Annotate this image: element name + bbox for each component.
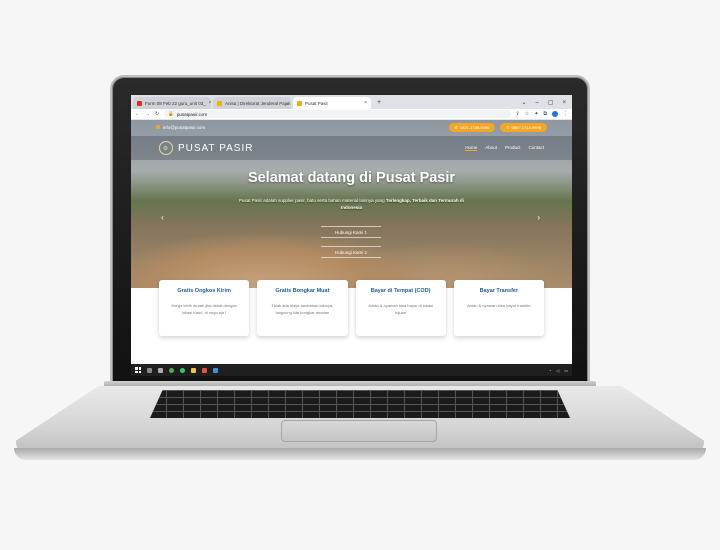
address-bar[interactable]: 🔒 pusatpasir.com	[164, 110, 511, 118]
email-icon	[156, 125, 160, 129]
phone-button-2[interactable]: ✆ 0857-1714-9696	[500, 122, 547, 132]
notification-icon[interactable]: ▭	[564, 368, 568, 373]
chrome-icon[interactable]	[169, 367, 174, 373]
card-text: Aman & nyaman bisa bayar di lokasi tujua…	[368, 303, 433, 315]
url-text: pusatpasir.com	[176, 111, 208, 117]
gmail-icon	[137, 100, 142, 106]
whatsapp-icon: ✆	[454, 124, 458, 130]
laptop-trackpad	[281, 420, 437, 442]
app-icon[interactable]	[213, 367, 218, 373]
extension-icon[interactable]: ✦	[534, 111, 538, 117]
email-text: info@pusatpasir.com	[163, 124, 206, 130]
menu-item-about[interactable]: About	[485, 145, 497, 151]
phone-number: 0821-1788-8486	[459, 124, 490, 130]
laptop-mockup: Form 08 Feb 22 guru_unit 03_ × Anisa | D…	[0, 0, 720, 550]
laptop-keyboard	[150, 390, 570, 418]
more-menu-icon[interactable]: ⋮	[563, 111, 568, 117]
card-text: Tidak ada biaya tambahan lainnya, langsu…	[271, 303, 334, 315]
menu-item-home[interactable]: Home	[465, 145, 478, 151]
laptop-screen: Form 08 Feb 22 guru_unit 03_ × Anisa | D…	[131, 95, 572, 376]
tab-label: Form 08 Feb 22 guru_unit 03_	[145, 100, 206, 106]
bookmark-star-icon[interactable]: ☆	[525, 111, 529, 117]
laptop-base-edge	[14, 448, 706, 460]
card-title: Gratis Ongkos Kirim	[177, 288, 231, 294]
close-window-icon[interactable]: ×	[562, 97, 566, 109]
hero-subtitle-plain: Pusat Pasir adalah supplier pasir, batu …	[239, 198, 385, 203]
hero-title: Selamat datang di Pusat Pasir	[247, 170, 456, 186]
app-icon[interactable]	[202, 367, 207, 373]
new-tab-button[interactable]: +	[373, 97, 385, 109]
site-favicon-icon	[297, 100, 302, 106]
card-title: Gratis Bongkar Muat	[275, 288, 330, 294]
whatsapp-app-icon[interactable]	[180, 367, 185, 373]
volume-icon[interactable]: ◁	[556, 368, 559, 373]
maximize-icon[interactable]: ▢	[548, 97, 554, 109]
card-title: Bayar di Tempat (COD)	[370, 288, 431, 294]
tab-label: Anisa | Direktorat Jenderal Pajak	[225, 100, 291, 106]
site-navbar: ⚙ PUSAT PASIR Home About Product Contact	[131, 136, 572, 160]
website: info@pusatpasir.com ✆ 0821-1788-8486 ✆ 0…	[131, 120, 572, 360]
puzzle-icon[interactable]: ⧉	[543, 111, 547, 117]
close-icon[interactable]: ×	[209, 100, 211, 106]
minimize-icon[interactable]: –	[535, 97, 538, 109]
windows-start-icon[interactable]	[135, 367, 141, 373]
menu-item-product[interactable]: Product	[505, 145, 521, 151]
top-contact-strip: info@pusatpasir.com ✆ 0821-1788-8486 ✆ 0…	[131, 120, 572, 134]
browser-tab-3[interactable]: Pusat Pasir ×	[293, 97, 371, 109]
profile-avatar[interactable]	[552, 111, 558, 117]
feature-card: Bayar di Tempat (COD) Aman & nyaman bisa…	[355, 280, 446, 336]
toolbar-icons: ⇪ ☆ ✦ ⧉ ⋮	[516, 111, 568, 117]
chevron-down-icon[interactable]: ⌄	[521, 97, 526, 109]
network-icon[interactable]: ◔	[549, 368, 551, 373]
card-text: Harga lebih murah jika dekat dengan loka…	[171, 303, 237, 315]
tab-label: Pusat Pasir	[305, 100, 329, 106]
card-title: Bayar Transfer	[479, 288, 519, 294]
site-menu: Home About Product Contact	[465, 145, 544, 151]
contact-button-2[interactable]: Hubungi Kami 2	[321, 246, 381, 258]
browser-tab-1[interactable]: Form 08 Feb 22 guru_unit 03_ ×	[133, 97, 211, 109]
browser-tab-2[interactable]: Anisa | Direktorat Jenderal Pajak ×	[213, 97, 291, 109]
lock-icon: 🔒	[168, 111, 174, 116]
logo-text: PUSAT PASIR	[178, 142, 254, 154]
search-icon[interactable]	[147, 367, 152, 373]
sand-pile-image	[131, 198, 572, 288]
back-icon[interactable]: ←	[135, 111, 140, 117]
reload-icon[interactable]: ↻	[155, 111, 159, 117]
contact-button-1[interactable]: Hubungi Kami 1	[321, 226, 381, 238]
site-logo[interactable]: ⚙ PUSAT PASIR	[159, 141, 253, 155]
feature-card: Gratis Ongkos Kirim Harga lebih murah ji…	[159, 280, 250, 336]
share-icon[interactable]: ⇪	[516, 111, 520, 117]
forward-icon[interactable]: →	[145, 111, 150, 117]
site-favicon-icon	[217, 100, 222, 106]
whatsapp-icon: ✆	[506, 124, 510, 130]
feature-cards: Gratis Ongkos Kirim Harga lebih murah ji…	[159, 280, 544, 336]
logo-emblem-icon: ⚙	[159, 141, 173, 155]
carousel-next-icon[interactable]: ›	[537, 213, 540, 222]
os-taskbar: ◔ ◁ ▭	[131, 364, 572, 376]
phone-buttons: ✆ 0821-1788-8486 ✆ 0857-1714-9696	[448, 122, 547, 132]
browser-toolbar: ← → ↻ 🔒 pusatpasir.com ⇪ ☆ ✦ ⧉ ⋮	[131, 109, 572, 120]
carousel-prev-icon[interactable]: ‹	[161, 213, 164, 222]
email-contact[interactable]: info@pusatpasir.com	[156, 125, 205, 130]
browser-tab-bar: Form 08 Feb 22 guru_unit 03_ × Anisa | D…	[131, 95, 572, 109]
close-icon[interactable]: ×	[364, 100, 367, 106]
phone-number: 0857-1714-9696	[511, 124, 541, 130]
card-text: Aman & nyaman bisa bayar transfer	[466, 303, 531, 308]
feature-card: Gratis Bongkar Muat Tidak ada biaya tamb…	[257, 280, 348, 336]
system-tray: ◔ ◁ ▭	[549, 368, 568, 373]
task-view-icon[interactable]	[158, 367, 163, 373]
phone-button-1[interactable]: ✆ 0821-1788-8486	[448, 122, 496, 132]
window-controls: ⌄ – ▢ ×	[515, 97, 572, 109]
menu-item-contact[interactable]: Contact	[528, 145, 544, 151]
hero-subtitle: Pusat Pasir adalah supplier pasir, batu …	[231, 197, 472, 211]
feature-card: Bayar Transfer Aman & nyaman bisa bayar …	[453, 280, 544, 336]
file-explorer-icon[interactable]	[191, 367, 196, 373]
